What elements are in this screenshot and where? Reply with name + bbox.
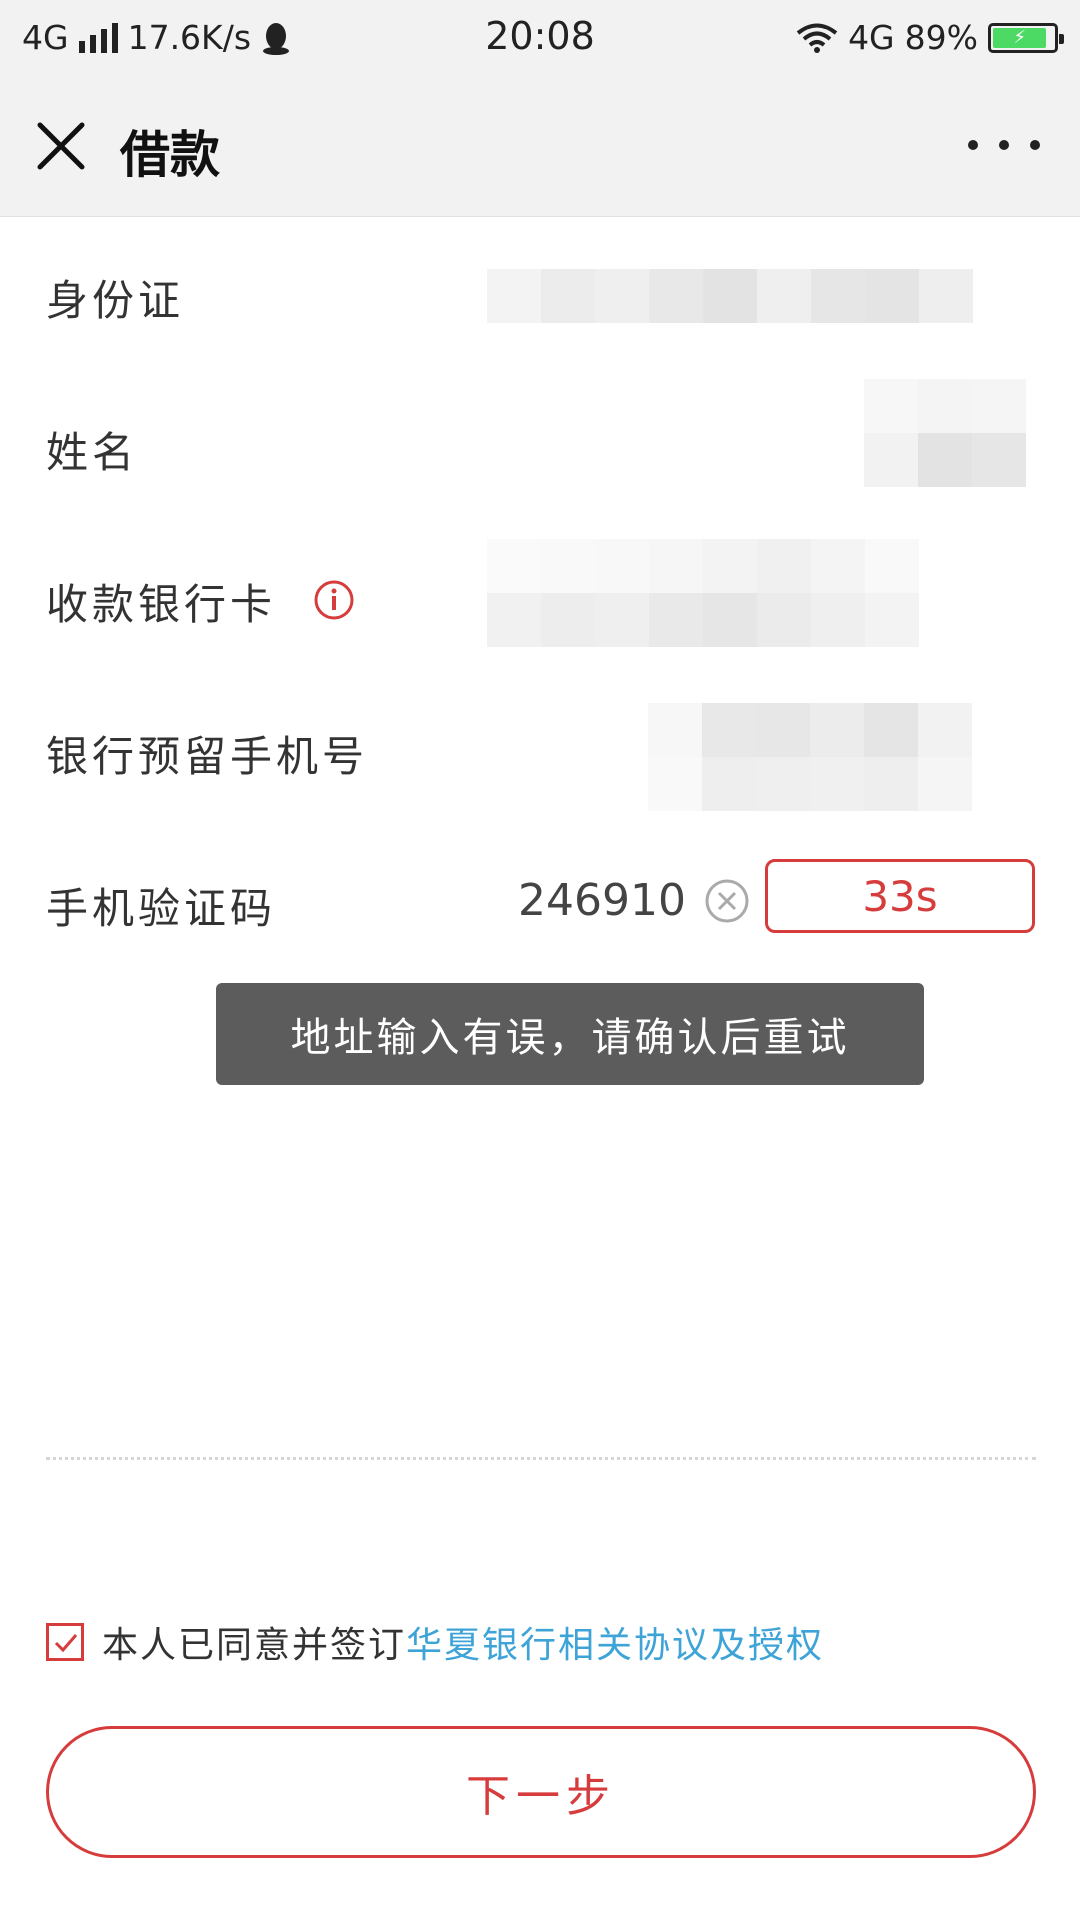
nav-bar: 借款: [0, 75, 1080, 217]
wifi-icon: [796, 23, 838, 53]
charging-bolt-icon: ⚡: [993, 27, 1047, 48]
bank-phone-row: 银行预留手机号: [0, 673, 1080, 825]
battery-icon: ⚡: [988, 22, 1064, 53]
id-card-value-masked: [487, 269, 973, 323]
info-icon[interactable]: [313, 579, 355, 621]
bank-phone-label: 银行预留手机号: [46, 732, 369, 781]
status-right: 4G 89% ⚡: [796, 18, 1064, 57]
name-value-masked: [864, 379, 1026, 487]
sms-code-input[interactable]: 246910: [518, 875, 686, 926]
bank-card-label: 收款银行卡: [46, 580, 277, 629]
status-bar: 4G 17.6K/s 20:08 4G 89% ⚡: [0, 0, 1080, 75]
agreement-text: 本人已同意并签订: [102, 1625, 407, 1666]
top-bar: 4G 17.6K/s 20:08 4G 89% ⚡ 借款: [0, 0, 1080, 217]
sms-code-label: 手机验证码: [46, 884, 277, 933]
next-step-button[interactable]: 下一步: [46, 1726, 1036, 1858]
bank-card-row: 收款银行卡: [0, 521, 1080, 673]
close-icon[interactable]: [30, 115, 92, 177]
screen: 4G 17.6K/s 20:08 4G 89% ⚡ 借款 身份证 姓名 收款银行…: [0, 0, 1080, 1920]
name-label: 姓名: [46, 428, 139, 477]
more-icon[interactable]: [968, 125, 1040, 165]
clear-icon[interactable]: [703, 877, 751, 925]
bank-phone-value-masked: [648, 703, 972, 811]
countdown-button[interactable]: 33s: [765, 859, 1035, 933]
page-title: 借款: [120, 126, 220, 184]
agreement-checkbox[interactable]: [46, 1623, 84, 1661]
bank-card-value-masked: [487, 539, 919, 647]
agreement-link[interactable]: 华夏银行相关协议及授权: [406, 1616, 824, 1668]
error-toast: 地址输入有误，请确认后重试: [216, 983, 924, 1085]
name-row: 姓名: [0, 369, 1080, 521]
agreement-row: 本人已同意并签订 华夏银行相关协议及授权: [46, 1618, 824, 1666]
sms-code-row: 手机验证码 246910 33s: [0, 825, 1080, 977]
divider: [46, 1457, 1036, 1460]
id-card-row: 身份证: [0, 217, 1080, 369]
id-card-label: 身份证: [46, 276, 185, 325]
checkmark-icon: [54, 1634, 78, 1653]
network-type-right: 4G: [848, 18, 895, 57]
battery-percent: 89%: [904, 18, 978, 57]
